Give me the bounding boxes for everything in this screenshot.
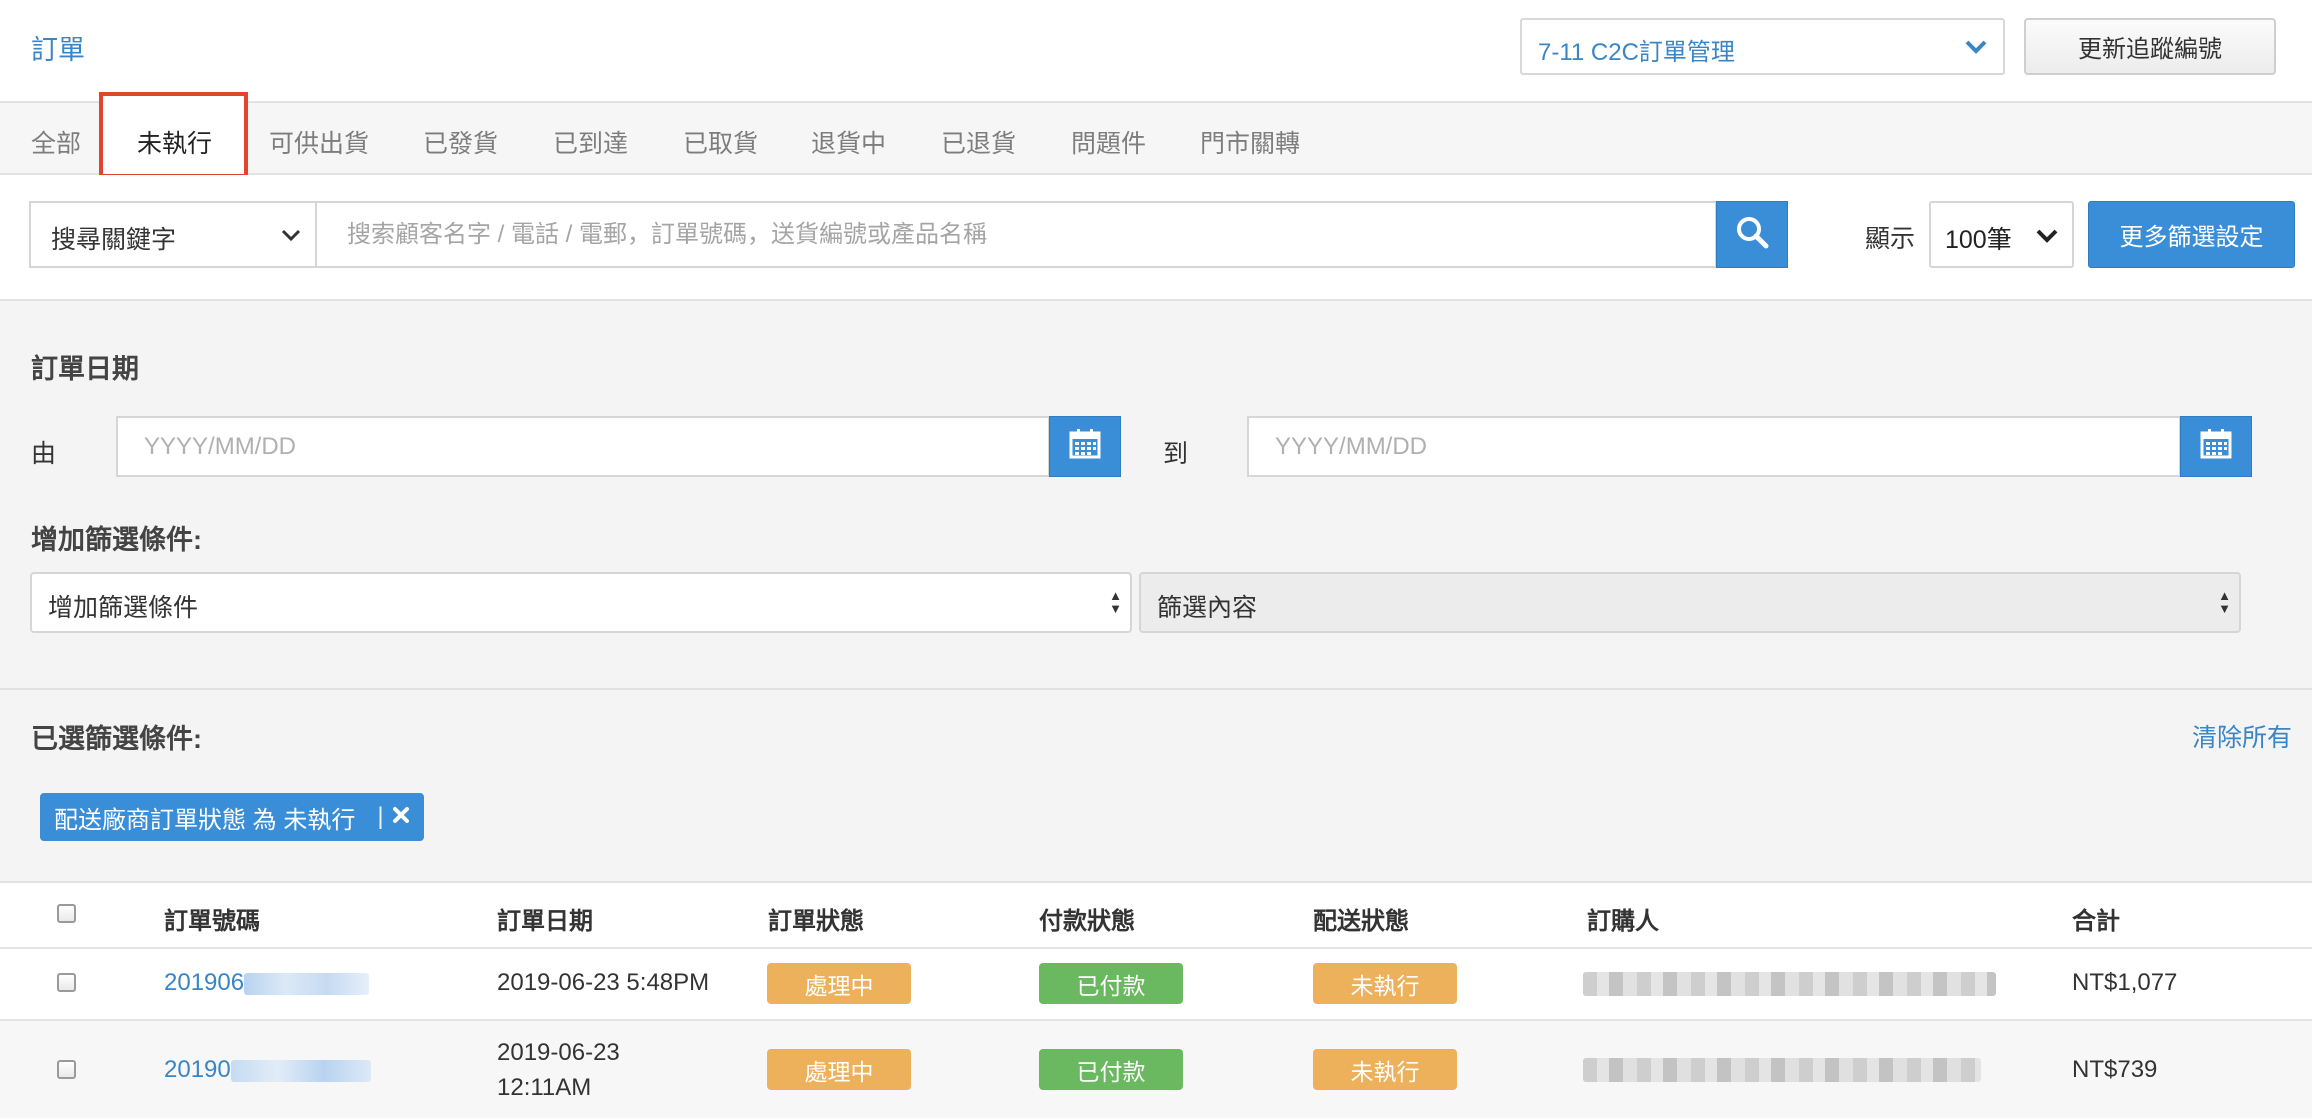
delivery-status-badge: 未執行 [1313, 1049, 1457, 1090]
col-header-order-status[interactable]: 訂單狀態 [768, 901, 864, 936]
page-size-select[interactable]: 100筆 [1929, 201, 2074, 268]
search-input[interactable] [315, 201, 1717, 268]
keyword-select[interactable]: 搜尋關鍵字 [29, 201, 317, 268]
tab-unexecuted[interactable]: 未執行 [99, 92, 248, 178]
col-header-payment-status[interactable]: 付款狀態 [1039, 901, 1135, 936]
tab-shipped[interactable]: 已發貨 [423, 124, 498, 160]
chevron-down-icon [2036, 229, 2058, 248]
more-filter-button[interactable]: 更多篩選設定 [2088, 201, 2295, 268]
order-total: NT$1,077 [2072, 969, 2178, 996]
close-icon[interactable] [392, 803, 410, 831]
filter-chip-label: 配送廠商訂單狀態 為 未執行 [54, 806, 356, 834]
col-header-total[interactable]: 合計 [2072, 901, 2120, 936]
calendar-icon [2200, 429, 2232, 464]
order-number-text: 20190 [164, 1056, 231, 1083]
tab-arrived[interactable]: 已到達 [553, 124, 628, 160]
add-condition-value: 增加篩選條件 [48, 594, 199, 622]
delivery-status-badge: 未執行 [1313, 963, 1457, 1004]
add-condition-select[interactable]: 增加篩選條件 ▲ ▼ [30, 572, 1132, 633]
col-header-order-no[interactable]: 訂單號碼 [164, 901, 260, 936]
order-date: 2019-06-23 5:48PM [497, 969, 710, 996]
order-total: NT$739 [2072, 1056, 2158, 1083]
tab-problem[interactable]: 問題件 [1071, 124, 1146, 160]
order-number-link[interactable]: 201906 [164, 969, 370, 997]
date-to-calendar-button[interactable] [2180, 416, 2252, 477]
col-header-order-date[interactable]: 訂單日期 [497, 901, 593, 936]
date-from-label: 由 [31, 440, 57, 468]
blurred-order-number [244, 972, 370, 995]
update-tracking-button[interactable]: 更新追蹤編號 [2024, 18, 2276, 75]
clear-all-link[interactable]: 清除所有 [2192, 718, 2292, 754]
divider [0, 688, 2312, 690]
store-select[interactable]: 7-11 C2C訂單管理 [1520, 18, 2005, 75]
filter-content-value: 篩選內容 [1157, 594, 1258, 622]
tab-ready-to-ship[interactable]: 可供出貨 [269, 124, 369, 160]
payment-status-badge: 已付款 [1039, 1049, 1183, 1090]
order-date-day: 2019-06-23 [497, 1039, 620, 1066]
date-from-calendar-button[interactable] [1049, 416, 1121, 477]
show-count-label: 顯示 [1865, 225, 1916, 253]
chevron-down-icon [281, 229, 301, 247]
calendar-icon [1069, 429, 1101, 464]
keyword-select-value: 搜尋關鍵字 [51, 226, 177, 254]
page-title: 訂單 [31, 35, 85, 65]
order-number-text: 201906 [164, 969, 245, 996]
status-tabs: 全部 可供出貨 已發貨 已到達 已取貨 退貨中 已退貨 問題件 門市關轉 [0, 103, 2312, 175]
blurred-order-number [230, 1059, 371, 1082]
tab-all[interactable]: 全部 [31, 124, 81, 160]
select-all-checkbox[interactable] [57, 904, 76, 923]
chip-separator: | [377, 803, 384, 830]
selected-conditions-title: 已選篩選條件: [31, 724, 202, 754]
order-status-badge: 處理中 [767, 963, 911, 1004]
tab-returning[interactable]: 退貨中 [811, 124, 886, 160]
chevron-down-icon [1965, 40, 1987, 59]
order-status-badge: 處理中 [767, 1049, 911, 1090]
col-header-buyer[interactable]: 訂購人 [1587, 901, 1659, 936]
order-date: 2019-06-23 12:11AM [497, 1035, 620, 1105]
col-header-delivery-status[interactable]: 配送狀態 [1313, 901, 1409, 936]
updown-arrow-icon: ▲ ▼ [2218, 588, 2231, 616]
blurred-buyer [1583, 972, 1996, 996]
filter-chip: 配送廠商訂單狀態 為 未執行 | [40, 793, 424, 841]
payment-status-badge: 已付款 [1039, 963, 1183, 1004]
order-date-time: 12:11AM [497, 1074, 592, 1101]
filter-content-select[interactable]: 篩選內容 ▲ ▼ [1139, 572, 2241, 633]
date-to-input[interactable] [1247, 416, 2181, 477]
row-checkbox[interactable] [57, 1060, 76, 1079]
search-button[interactable] [1716, 201, 1788, 268]
order-number-link[interactable]: 20190 [164, 1056, 371, 1084]
row-checkbox[interactable] [57, 973, 76, 992]
tab-picked-up[interactable]: 已取貨 [683, 124, 758, 160]
store-select-value: 7-11 C2C訂單管理 [1538, 39, 1735, 66]
date-to-label: 到 [1163, 440, 1189, 468]
page-size-value: 100筆 [1945, 226, 2012, 254]
search-icon [1735, 215, 1769, 254]
tab-store-transfer[interactable]: 門市關轉 [1200, 124, 1300, 160]
tab-returned[interactable]: 已退貨 [941, 124, 1016, 160]
add-condition-title: 增加篩選條件: [31, 525, 202, 555]
date-from-input[interactable] [116, 416, 1050, 477]
blurred-buyer [1583, 1058, 1981, 1082]
updown-arrow-icon: ▲ ▼ [1109, 588, 1122, 616]
tab-unexecuted-label: 未執行 [137, 130, 213, 158]
order-date-title: 訂單日期 [31, 354, 139, 384]
